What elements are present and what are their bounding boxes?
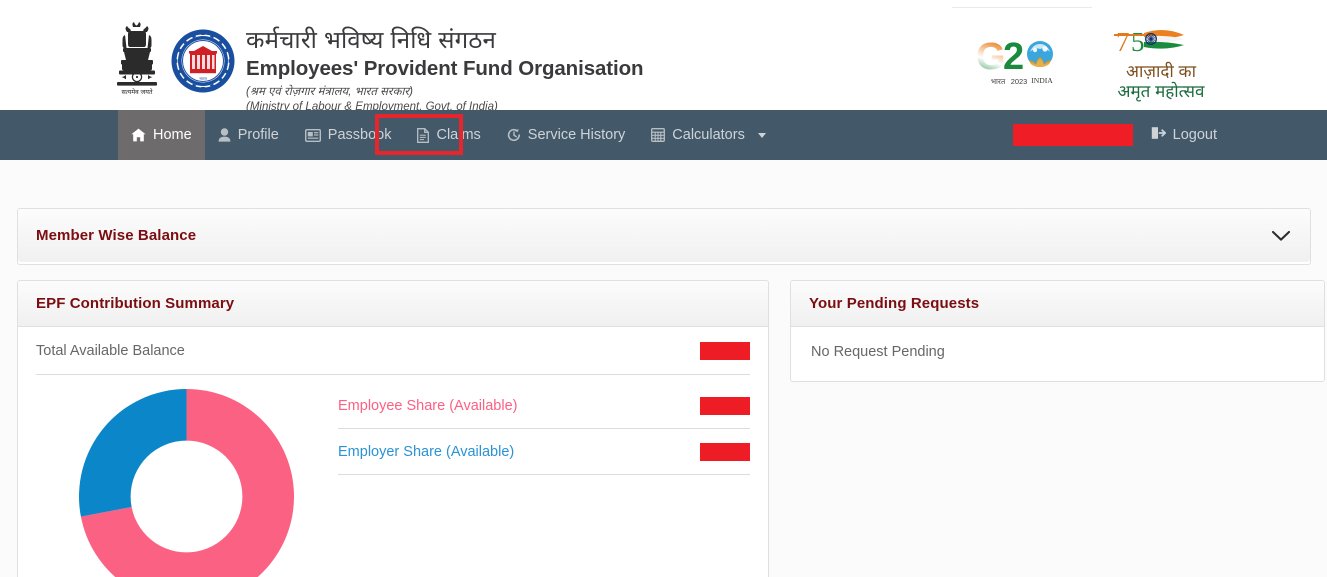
nav-item-service-history[interactable]: Service History: [494, 110, 639, 160]
logout-label: Logout: [1173, 127, 1217, 143]
page-top-strip: [0, 0, 1327, 9]
ministry-hindi: (श्रम एवं रोज़गार मंत्रालय, भारत सरकार): [246, 85, 643, 99]
nav-item-calculators-label: Calculators: [672, 127, 745, 143]
svg-text:2: 2: [1003, 36, 1024, 78]
total-available-balance-label: Total Available Balance: [36, 343, 185, 359]
nav-item-claims[interactable]: Claims: [404, 110, 493, 160]
top-hairline-divider: [952, 7, 1092, 8]
azadi-ka-amrit-mahotsav-logo-icon: 7 5: [1108, 21, 1214, 105]
nav-item-calculators[interactable]: Calculators: [638, 110, 779, 160]
g20-logo-icon: G 2 भारत 2023 INDIA: [974, 31, 1064, 93]
page-content: Member Wise Balance EPF Contribution Sum…: [0, 160, 1327, 577]
donut-chart-svg: [79, 389, 294, 577]
svg-text:INDIA: INDIA: [1031, 76, 1053, 85]
nav-item-claims-label: Claims: [436, 127, 480, 143]
state-emblem-icon: सत्यमेव जयते: [113, 21, 161, 99]
epf-share-rows: Employee Share (Available) Employer Shar…: [336, 375, 750, 577]
total-available-balance-redaction: [700, 342, 750, 360]
donut-hole: [130, 441, 242, 553]
home-icon: [131, 128, 146, 142]
employee-share-row: Employee Share (Available): [338, 383, 750, 429]
org-name-hindi: कर्मचारी भविष्य निधि संगठन: [246, 27, 643, 55]
org-name-english: Employees' Provident Fund Organisation: [246, 57, 643, 82]
nav-item-profile-label: Profile: [238, 127, 279, 143]
svg-text:G: G: [976, 36, 1006, 78]
svg-text:अमृत महोत्सव: अमृत महोत्सव: [1118, 81, 1206, 102]
employer-share-value-redaction: [700, 443, 750, 461]
nav-item-passbook[interactable]: Passbook: [292, 110, 405, 160]
svg-text:भारत: भारत: [991, 77, 1006, 86]
pending-requests-title: Your Pending Requests: [809, 295, 979, 312]
employer-share-row: Employer Share (Available): [338, 429, 750, 475]
epf-donut-chart-column: [36, 375, 336, 577]
logout-button[interactable]: Logout: [1151, 126, 1327, 144]
calculator-icon: [651, 128, 665, 142]
pending-requests-empty-text: No Request Pending: [811, 344, 1304, 360]
epf-contribution-summary-panel: EPF Contribution Summary Total Available…: [17, 280, 769, 577]
sign-out-icon: [1151, 126, 1166, 144]
employee-share-label: Employee Share (Available): [338, 398, 517, 414]
document-icon: [417, 128, 429, 143]
svg-text:सत्यमेव जयते: सत्यमेव जयते: [121, 88, 152, 96]
employer-share-label: Employer Share (Available): [338, 444, 514, 460]
chevron-down-icon: [758, 133, 766, 138]
nav-user-group: Logout: [1013, 110, 1327, 160]
pending-requests-panel: Your Pending Requests No Request Pending: [790, 280, 1325, 382]
epfo-logo-icon: भारत: [170, 28, 236, 94]
svg-text:2023: 2023: [1011, 77, 1027, 86]
nav-item-profile[interactable]: Profile: [205, 110, 292, 160]
epf-split: Employee Share (Available) Employer Shar…: [36, 375, 750, 577]
nav-item-service-history-label: Service History: [528, 127, 626, 143]
nav-items-group: Home Profile: [118, 110, 779, 160]
history-icon: [507, 128, 521, 142]
nav-item-home-label: Home: [153, 127, 192, 143]
epf-summary-title: EPF Contribution Summary: [36, 295, 234, 312]
pending-requests-header: Your Pending Requests: [791, 281, 1324, 327]
total-available-balance-row: Total Available Balance: [36, 327, 750, 375]
employee-share-value-redaction: [700, 397, 750, 415]
nav-item-home[interactable]: Home: [118, 110, 205, 160]
epf-summary-header: EPF Contribution Summary: [18, 281, 768, 327]
member-wise-balance-header[interactable]: Member Wise Balance: [18, 209, 1310, 262]
pending-requests-body: No Request Pending: [791, 327, 1324, 360]
member-wise-balance-panel: Member Wise Balance: [17, 208, 1311, 265]
svg-text:आज़ादी का: आज़ादी का: [1126, 61, 1197, 81]
book-icon: [305, 129, 321, 142]
chevron-down-icon[interactable]: [1270, 225, 1292, 247]
organisation-titles: कर्मचारी भविष्य निधि संगठन Employees' Pr…: [246, 27, 643, 115]
user-icon: [218, 128, 231, 142]
site-header: सत्यमेव जयते: [0, 9, 1327, 110]
epf-summary-body: Total Available Balance: [18, 327, 768, 577]
user-name-redaction: [1013, 124, 1133, 146]
epfo-member-portal-page: सत्यमेव जयते: [0, 0, 1327, 577]
nav-item-passbook-label: Passbook: [328, 127, 392, 143]
main-navigation-bar: Home Profile: [0, 110, 1327, 160]
member-wise-balance-title: Member Wise Balance: [36, 227, 196, 244]
svg-text:5: 5: [1131, 27, 1145, 57]
svg-text:भारत: भारत: [199, 76, 207, 81]
svg-text:7: 7: [1116, 27, 1130, 57]
epf-donut-chart: [79, 389, 294, 577]
